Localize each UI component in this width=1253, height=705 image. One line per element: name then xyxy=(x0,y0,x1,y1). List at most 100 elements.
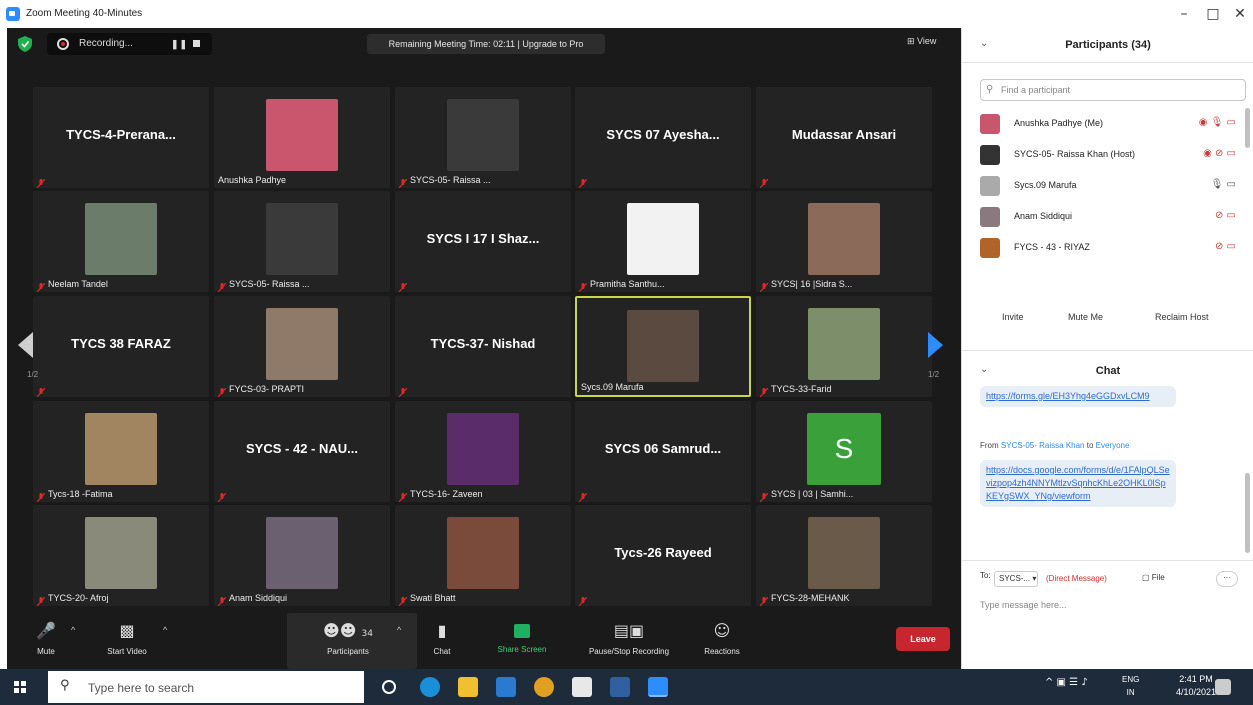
invite-button[interactable]: Invite xyxy=(1002,312,1024,322)
video-tile[interactable]: Anam Siddiqui xyxy=(214,505,390,606)
muted-mic-icon xyxy=(36,175,46,188)
file-button[interactable]: ▢ File xyxy=(1142,573,1165,582)
participant-row-name: Anam Siddiqui xyxy=(1014,211,1073,221)
video-tile[interactable]: TYCS-33-Farid xyxy=(756,296,932,397)
participant-name: TYCS-4-Prerana... xyxy=(66,127,176,142)
sender-name[interactable]: SYCS-05- Raissa Khan xyxy=(1001,441,1085,450)
muted-mic-icon xyxy=(217,279,227,292)
participants-item[interactable]: ☻☻ 34 Participants xyxy=(313,621,383,656)
meeting-topbar: Recording... ❚❚ Remaining Meeting Time: … xyxy=(7,28,961,60)
chat-scrollbar[interactable] xyxy=(1245,473,1250,553)
video-tile[interactable]: Sycs.09 Marufa xyxy=(575,296,751,397)
mute-me-button[interactable]: Mute Me xyxy=(1068,312,1103,322)
video-tile[interactable]: Pramitha Santhu... xyxy=(575,191,751,292)
video-tile[interactable]: Swati Bhatt xyxy=(395,505,571,606)
muted-mic-icon xyxy=(759,384,769,397)
taskbar-search-input[interactable]: ⚲ Type here to search xyxy=(48,671,364,703)
participant-row[interactable]: Anushka Padhye (Me) ◉ 🎙 ▭ xyxy=(980,112,1246,136)
participant-caption: Tycs-18 -Fatima xyxy=(48,489,113,499)
video-tile[interactable]: SYCS 06 Samrud... xyxy=(575,401,751,502)
chat-message-input[interactable]: Type message here... xyxy=(980,600,1067,610)
recipient-select[interactable]: SYCS-... ▾ xyxy=(994,571,1038,587)
store-icon[interactable] xyxy=(572,677,592,697)
next-page-icon[interactable] xyxy=(928,332,943,358)
cortana-icon[interactable] xyxy=(382,680,396,694)
participants-caret-icon[interactable]: ^ xyxy=(397,625,401,635)
video-tile[interactable]: FYCS-28-MEHANK xyxy=(756,505,932,606)
mute-button[interactable]: 🎤 Mute xyxy=(31,621,61,656)
video-tile[interactable]: SYCS 07 Ayesha... xyxy=(575,87,751,188)
video-tile[interactable]: SYCS-05- Raissa ... xyxy=(214,191,390,292)
start-video-label: Start Video xyxy=(107,647,147,656)
chat-button[interactable]: ▮ Chat xyxy=(425,621,459,656)
video-tile[interactable]: S SYCS | 03 | Samhi... xyxy=(756,401,932,502)
minimize-button[interactable]: – xyxy=(1170,4,1198,24)
recipient-name[interactable]: Everyone xyxy=(1096,441,1130,450)
audio-options-caret-icon[interactable]: ^ xyxy=(71,625,75,635)
video-tile[interactable]: TYCS 38 FARAZ xyxy=(33,296,209,397)
participant-video-image xyxy=(85,517,157,589)
edge-browser-icon[interactable] xyxy=(420,677,440,697)
more-options-button[interactable]: ··· xyxy=(1216,571,1238,587)
reactions-button[interactable]: ☺ Reactions xyxy=(697,621,747,656)
participant-row[interactable]: Sycs.09 Marufa 🎙 ▭ xyxy=(980,174,1246,198)
muted-mic-icon xyxy=(398,279,408,292)
share-screen-label: Share Screen xyxy=(497,645,547,654)
windows-start-icon[interactable] xyxy=(14,681,26,693)
notification-icon[interactable] xyxy=(1215,679,1231,695)
video-tile[interactable]: Mudassar Ansari xyxy=(756,87,932,188)
chrome-browser-icon[interactable] xyxy=(534,677,554,697)
video-options-caret-icon[interactable]: ^ xyxy=(163,625,167,635)
video-tile[interactable]: SYCS I 17 I Shaz... xyxy=(395,191,571,292)
participant-video-image xyxy=(447,99,519,171)
video-tile[interactable]: TYCS-16- Zaveen xyxy=(395,401,571,502)
view-button[interactable]: ⊞ View xyxy=(907,36,936,47)
participant-row[interactable]: FYCS - 43 - RIYAZ ⊘ ▭ xyxy=(980,236,1246,260)
file-explorer-icon[interactable] xyxy=(458,677,478,697)
participant-search-input[interactable]: ⚲ Find a participant xyxy=(980,79,1246,101)
video-tile[interactable]: SYCS-05- Raissa ... xyxy=(395,87,571,188)
tray-icons[interactable]: ^ ▣ ☰ ♪ xyxy=(1045,677,1088,688)
video-tile[interactable]: TYCS-4-Prerana... xyxy=(33,87,209,188)
stop-recording-icon[interactable] xyxy=(193,40,200,47)
pause-recording-button[interactable]: ▤▣ Pause/Stop Recording xyxy=(573,621,685,656)
participant-row[interactable]: Anam Siddiqui ⊘ ▭ xyxy=(980,205,1246,229)
pause-recording-label: Pause/Stop Recording xyxy=(588,647,670,656)
participant-list-scrollbar[interactable] xyxy=(1245,108,1250,148)
chat-message-link[interactable]: https://forms.gle/EH3Yhg4eGGDxvLCM9 xyxy=(980,386,1176,407)
chat-message-link[interactable]: https://docs.google.com/forms/d/e/1FAlpQ… xyxy=(980,460,1176,507)
zoom-taskbar-icon[interactable] xyxy=(648,677,668,697)
participant-row-name: Sycs.09 Marufa xyxy=(1014,180,1077,190)
participant-status-icons: ⊘ ▭ xyxy=(1214,210,1236,221)
start-video-button[interactable]: ▩ Start Video xyxy=(97,621,157,656)
reclaim-host-button[interactable]: Reclaim Host xyxy=(1155,312,1209,322)
share-screen-button[interactable]: Share Screen xyxy=(487,621,557,654)
video-tile[interactable]: TYCS-37- Nishad xyxy=(395,296,571,397)
avatar xyxy=(980,207,1000,227)
security-shield-icon[interactable] xyxy=(18,36,32,52)
maximize-button[interactable]: □ xyxy=(1199,4,1227,24)
remaining-time-banner[interactable]: Remaining Meeting Time: 02:11 | Upgrade … xyxy=(367,34,605,54)
mute-label: Mute xyxy=(37,647,55,656)
video-tile[interactable]: Neelam Tandel xyxy=(33,191,209,292)
video-tile[interactable]: Tycs-26 Rayeed xyxy=(575,505,751,606)
search-icon: ⚲ xyxy=(986,84,994,95)
video-tile[interactable]: Tycs-18 -Fatima xyxy=(33,401,209,502)
video-tile[interactable]: SYCS - 42 - NAU... xyxy=(214,401,390,502)
app-icon[interactable] xyxy=(610,677,630,697)
participants-button[interactable]: ☻☻ 34 Participants ^ xyxy=(287,613,417,669)
leave-button[interactable]: Leave xyxy=(896,627,950,651)
mail-icon[interactable] xyxy=(496,677,516,697)
participant-row[interactable]: SYCS-05- Raissa Khan (Host) ◉ ⊘ ▭ xyxy=(980,143,1246,167)
video-tile[interactable]: Anushka Padhye xyxy=(214,87,390,188)
clock[interactable]: 2:41 PM 4/10/2021 xyxy=(1176,673,1216,699)
participant-video-image xyxy=(447,413,519,485)
pause-recording-icon[interactable]: ❚❚ xyxy=(171,39,188,50)
previous-page-icon[interactable] xyxy=(18,332,33,358)
participant-name: Tycs-26 Rayeed xyxy=(614,545,712,560)
video-tile[interactable]: FYCS-03- PRAPTI xyxy=(214,296,390,397)
video-tile[interactable]: SYCS| 16 |Sidra S... xyxy=(756,191,932,292)
video-tile[interactable]: TYCS-20- Afroj xyxy=(33,505,209,606)
close-button[interactable]: ✕ xyxy=(1226,4,1253,24)
language-indicator[interactable]: ENG IN xyxy=(1122,673,1139,699)
